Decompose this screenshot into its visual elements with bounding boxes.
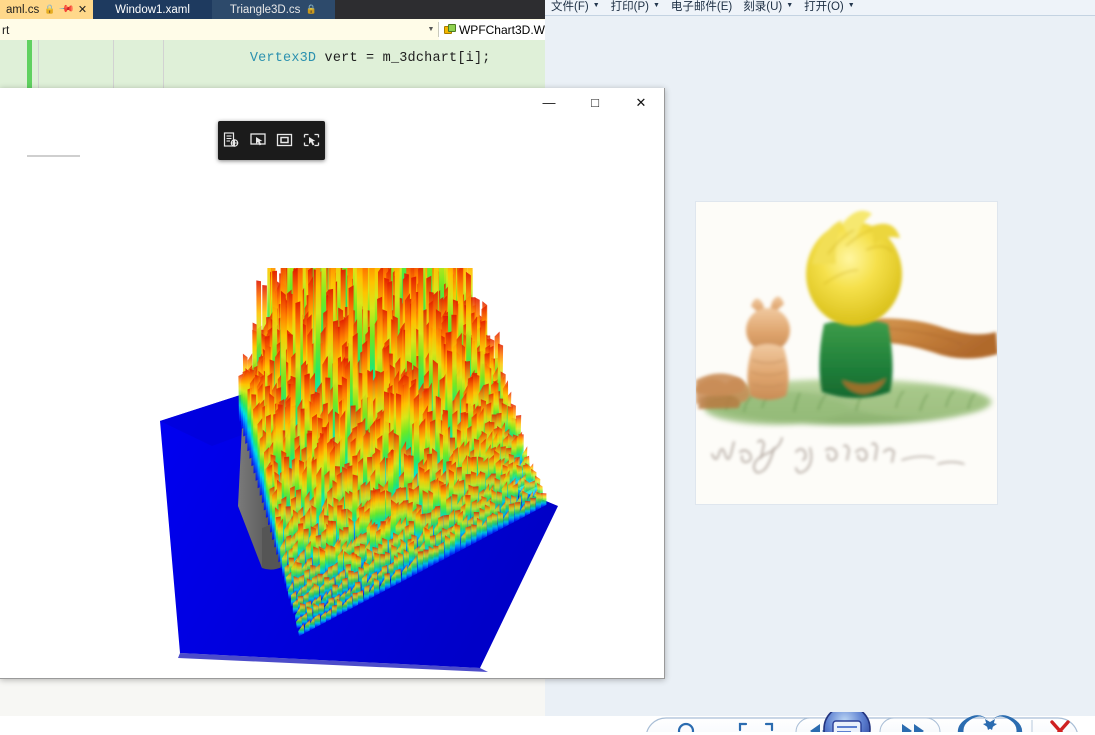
surface-column bbox=[508, 503, 515, 525]
editor-tab-strip: aml.cs 🔒 📌 ✕ Window1.xaml Triangle3D.cs … bbox=[0, 0, 545, 19]
tab-label: Window1.xaml bbox=[115, 3, 190, 16]
surface-column bbox=[514, 502, 521, 523]
surface-column bbox=[433, 545, 439, 565]
xaml-inapp-toolbar[interactable] bbox=[218, 121, 325, 160]
surface-column bbox=[395, 568, 402, 585]
close-icon: ✕ bbox=[635, 94, 647, 110]
editor-navigation-bar: rt ▼ WPFChart3D.W bbox=[0, 19, 545, 41]
surface-column bbox=[486, 513, 493, 537]
menu-label: 电子邮件(E) bbox=[670, 0, 733, 13]
surface-column bbox=[471, 524, 477, 545]
tab-label: aml.cs bbox=[6, 3, 40, 16]
select-element-icon[interactable] bbox=[247, 130, 269, 152]
chevron-down-icon: ▼ bbox=[652, 2, 660, 9]
chevron-down-icon[interactable]: ▼ bbox=[424, 26, 438, 33]
photo-image[interactable] bbox=[696, 202, 997, 504]
menu-label: 打印(P) bbox=[610, 0, 649, 13]
minimize-icon: — bbox=[542, 95, 556, 110]
maximize-button[interactable]: □ bbox=[572, 88, 618, 117]
chevron-down-icon: ▼ bbox=[847, 2, 855, 9]
menu-burn[interactable]: 刻录(U) ▼ bbox=[741, 0, 802, 14]
code-token-type: Vertex3D bbox=[249, 51, 317, 66]
surface-column bbox=[535, 492, 542, 511]
surface-column bbox=[422, 549, 429, 571]
menu-label: 打开(O) bbox=[804, 0, 844, 13]
surface-column bbox=[384, 573, 391, 591]
tab-strip-filler bbox=[334, 0, 545, 19]
code-token-rest: vert = m_3dchart[i]; bbox=[316, 51, 491, 66]
lock-icon: 🔒 bbox=[44, 4, 56, 14]
surface-3d-canvas bbox=[160, 49, 558, 672]
csharp-project-icon bbox=[443, 24, 456, 35]
menu-print[interactable]: 打印(P) ▼ bbox=[609, 0, 669, 14]
wpf-window-titlebar[interactable]: — □ ✕ bbox=[0, 88, 664, 122]
wpf-chart-window: — □ ✕ bbox=[0, 49, 665, 679]
photo-viewer-menubar: 文件(F) ▼ 打印(P) ▼ 电子邮件(E) 刻录(U) ▼ 打开(O) ▼ bbox=[545, 0, 1095, 16]
surface-column bbox=[465, 526, 472, 548]
next-button bbox=[879, 717, 941, 735]
tab-label: Triangle3D.cs bbox=[229, 3, 301, 16]
track-focused-element-icon[interactable] bbox=[301, 130, 323, 152]
menu-label: 刻录(U) bbox=[743, 0, 783, 13]
project-dropdown[interactable]: WPFChart3D.W bbox=[438, 19, 545, 40]
surface-column bbox=[491, 512, 498, 534]
toolbar-active-indicator bbox=[27, 155, 80, 157]
minimize-button[interactable]: — bbox=[526, 88, 572, 117]
close-button[interactable]: ✕ bbox=[618, 88, 664, 117]
tab-window1-xaml[interactable]: Window1.xaml bbox=[93, 0, 212, 19]
go-to-live-visual-tree-icon[interactable] bbox=[220, 130, 242, 152]
surface-column bbox=[438, 541, 445, 562]
tab-triangle3d-cs[interactable]: Triangle3D.cs 🔒 bbox=[211, 0, 335, 19]
menu-label: 文件(F) bbox=[551, 0, 589, 13]
pin-icon[interactable]: 📌 bbox=[58, 1, 75, 18]
menu-open[interactable]: 打开(O) ▼ bbox=[802, 0, 864, 14]
member-dropdown-value[interactable]: rt bbox=[0, 23, 9, 37]
lock-icon: 🔒 bbox=[305, 4, 317, 14]
surface-column bbox=[444, 535, 451, 560]
menu-email[interactable]: 电子邮件(E) bbox=[669, 0, 741, 14]
photo-viewer-toolbar bbox=[640, 705, 1085, 735]
surface-column bbox=[454, 523, 461, 554]
tab-aml-cs[interactable]: aml.cs 🔒 📌 ✕ bbox=[0, 0, 94, 19]
code-line-1: Vertex3D vert = m_3dchart[i]; bbox=[200, 40, 491, 81]
close-icon[interactable]: ✕ bbox=[78, 3, 87, 16]
maximize-icon: □ bbox=[591, 95, 599, 110]
display-layout-adorners-icon[interactable] bbox=[274, 130, 296, 152]
project-dropdown-label: WPFChart3D.W bbox=[458, 22, 545, 37]
surface-column bbox=[428, 545, 435, 568]
surface-column bbox=[373, 578, 380, 597]
surface-column bbox=[497, 511, 504, 531]
surface-column bbox=[449, 531, 456, 557]
chevron-down-icon: ▼ bbox=[592, 2, 600, 9]
surface-column bbox=[417, 551, 424, 574]
menu-file[interactable]: 文件(F) ▼ bbox=[549, 0, 609, 14]
surface-3d-chart[interactable] bbox=[150, 49, 570, 708]
chevron-down-icon: ▼ bbox=[786, 2, 794, 9]
slideshow-button bbox=[823, 705, 871, 735]
little-prince-illustration bbox=[696, 202, 997, 504]
